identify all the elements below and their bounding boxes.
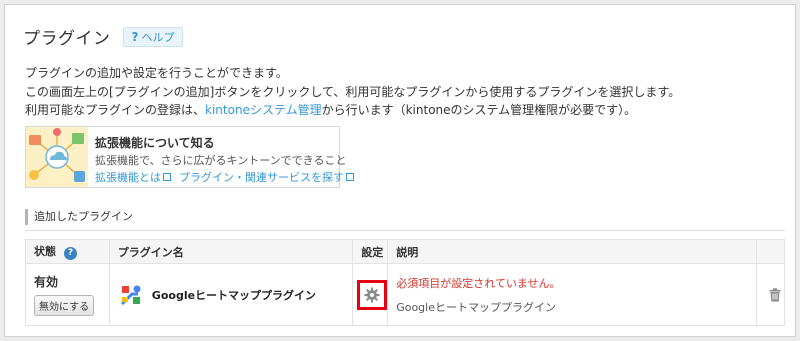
disable-button[interactable]: 無効にする [34,295,95,316]
gear-icon [364,287,380,302]
delete-button[interactable] [765,287,784,302]
description-line-2: この画面左上の[プラグインの追加]ボタンをクリックして、利用可能なプラグインから… [25,85,681,99]
help-icon: ? [131,29,139,44]
promo-title: 拡張機能について知る [95,136,215,150]
plugin-name-cell: Googleヒートマッププラグイン [108,263,354,326]
settings-cell [352,263,389,326]
title-row: プラグイン ? ヘルプ [23,24,184,49]
column-header-settings: 設定 [352,239,389,264]
column-header-actions [756,239,785,264]
help-button[interactable]: ? ヘルプ [122,26,184,47]
plugin-description: Googleヒートマッププラグイン [396,300,556,314]
actions-cell [756,263,785,326]
column-header-status: 状態? [25,239,110,264]
plugin-name: Googleヒートマッププラグイン [151,288,317,302]
plugin-logo-icon [118,282,144,308]
promo-links: 拡張機能とは プラグイン・関連サービスを探す [95,169,354,185]
column-header-description: 説明 [387,239,757,264]
description-line-1: プラグインの追加や設定を行うことができます。 [25,66,288,80]
section-divider [25,230,785,231]
external-link-icon [346,173,354,181]
section-title: 追加したプラグイン [25,209,133,225]
trash-icon [769,287,780,301]
find-plugins-link[interactable]: プラグイン・関連サービスを探す [179,169,354,185]
status-label: 有効 [34,275,59,289]
help-label: ヘルプ [141,30,175,44]
table-header-row: 状態? プラグイン名 設定 説明 [25,239,785,264]
warning-message: 必須項目が設定されていません。 [396,276,561,290]
system-admin-link[interactable]: kintoneシステム管理 [205,103,322,117]
extension-promo-card[interactable]: 拡張機能について知る 拡張機能で、さらに広がるキントーンでできること 拡張機能と… [25,126,354,188]
description-cell: 必須項目が設定されていません。 Googleヒートマッププラグイン [387,263,757,326]
external-link-icon [163,173,171,181]
about-extensions-link[interactable]: 拡張機能とは [95,169,171,185]
page-title: プラグイン [23,29,111,49]
plugin-table: 状態? プラグイン名 設定 説明 有効 無効にする Googleヒートマッププラ… [25,239,785,326]
table-row: 有効 無効にする Googleヒートマッププラグイン 必須項目が設定されていませ… [25,263,785,326]
settings-button[interactable] [357,279,388,310]
promo-subtitle: 拡張機能で、さらに広がるキントーンでできること [95,154,347,167]
column-header-name: プラグイン名 [108,239,354,264]
description-line-3: 利用可能なプラグインの登録は、kintoneシステム管理から行います（kinto… [25,103,637,117]
promo-illustration [26,127,88,187]
plugin-settings-panel: プラグイン ? ヘルプ プラグインの追加や設定を行うことができます。 この画面左… [4,4,796,337]
status-cell: 有効 無効にする [25,263,110,326]
status-help-icon[interactable]: ? [64,247,77,260]
